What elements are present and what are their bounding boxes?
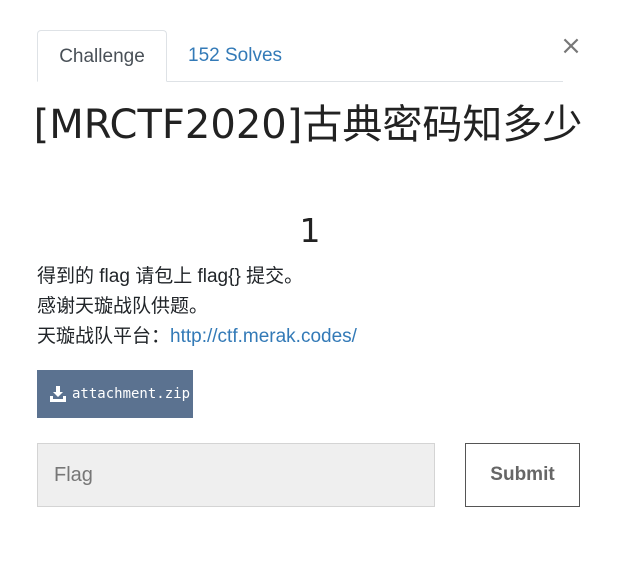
challenge-points: 1 (299, 211, 321, 250)
tab-challenge[interactable]: Challenge (37, 30, 167, 82)
attachment-button[interactable]: attachment.zip (37, 370, 193, 418)
flag-input[interactable] (37, 443, 435, 507)
challenge-tabs: Challenge 152 Solves (37, 30, 563, 82)
description-line: 天璇战队平台：http://ctf.merak.codes/ (37, 322, 597, 352)
platform-link[interactable]: http://ctf.merak.codes/ (170, 326, 357, 347)
close-icon[interactable]: × (560, 32, 582, 60)
description-line: 得到的 flag 请包上 flag{} 提交。 (37, 266, 304, 287)
download-icon (50, 386, 66, 402)
submit-button[interactable]: Submit (465, 443, 580, 507)
challenge-title: [MRCTF2020]古典密码知多少 (33, 102, 583, 148)
challenge-description: 得到的 flag 请包上 flag{} 提交。 感谢天璇战队供题。 天璇战队平台… (37, 262, 597, 352)
attachment-label: attachment.zip (72, 386, 191, 402)
tab-solves[interactable]: 152 Solves (188, 30, 282, 81)
platform-label: 天璇战队平台： (37, 326, 171, 347)
description-line: 感谢天璇战队供题。 (37, 296, 209, 317)
